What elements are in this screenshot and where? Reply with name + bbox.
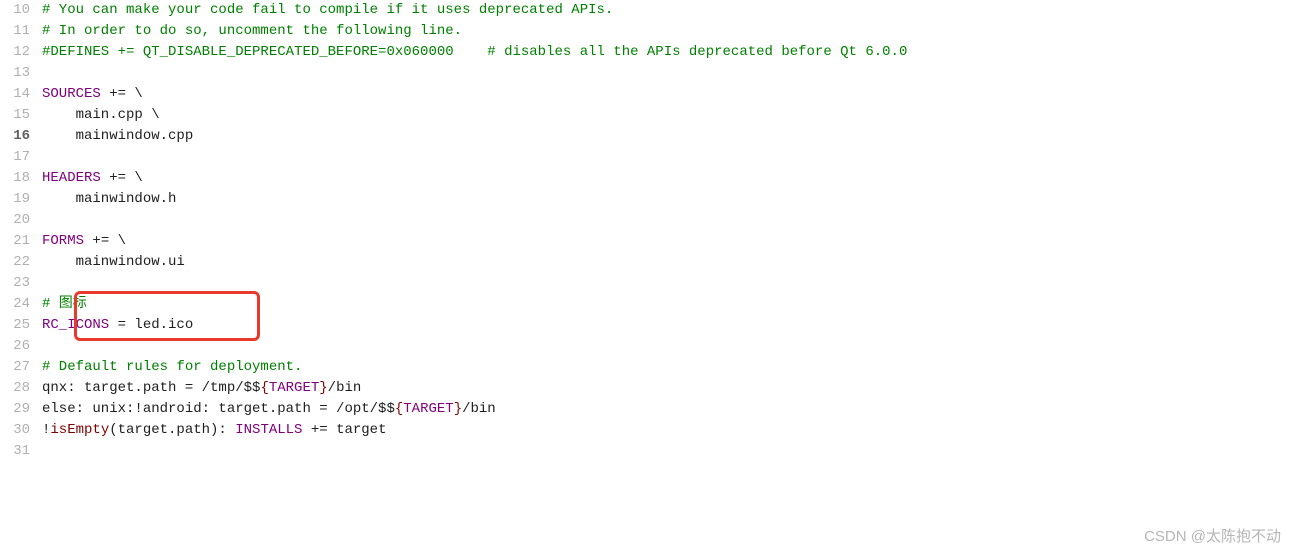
line-number: 23	[0, 273, 30, 294]
code-line[interactable]: main.cpp \	[42, 105, 1299, 126]
code-token: {	[260, 380, 268, 396]
code-token: }	[454, 401, 462, 417]
code-token: mainwindow.h	[42, 191, 176, 207]
line-number-gutter: 1011121314151617181920212223242526272829…	[0, 0, 38, 555]
line-number: 12	[0, 42, 30, 63]
line-number: 28	[0, 378, 30, 399]
code-line[interactable]: SOURCES += \	[42, 84, 1299, 105]
code-token: main.cpp \	[42, 107, 160, 123]
code-line[interactable]: RC_ICONS = led.ico	[42, 315, 1299, 336]
line-number: 29	[0, 399, 30, 420]
line-number: 16	[0, 126, 30, 147]
code-line[interactable]: mainwindow.h	[42, 189, 1299, 210]
code-token: qnx: target.path = /tmp/$$	[42, 380, 260, 396]
code-token: mainwindow.cpp	[42, 128, 193, 144]
line-number: 17	[0, 147, 30, 168]
line-number: 18	[0, 168, 30, 189]
line-number: 13	[0, 63, 30, 84]
line-number: 21	[0, 231, 30, 252]
code-line[interactable]: mainwindow.cpp	[42, 126, 1299, 147]
code-token: }	[319, 380, 327, 396]
code-token: += target	[302, 422, 386, 438]
line-number: 19	[0, 189, 30, 210]
code-line[interactable]	[42, 147, 1299, 168]
code-token: FORMS	[42, 233, 84, 249]
code-editor[interactable]: 1011121314151617181920212223242526272829…	[0, 0, 1299, 555]
code-line[interactable]	[42, 273, 1299, 294]
code-token: # In order to do so, uncomment the follo…	[42, 23, 462, 39]
code-token: else: unix:!android: target.path = /opt/…	[42, 401, 395, 417]
code-line[interactable]	[42, 210, 1299, 231]
code-token: (target.path):	[109, 422, 235, 438]
code-token: # 图标	[42, 296, 87, 312]
code-token: isEmpty	[50, 422, 109, 438]
code-token: {	[395, 401, 403, 417]
code-line[interactable]: HEADERS += \	[42, 168, 1299, 189]
code-line[interactable]: # 图标	[42, 294, 1299, 315]
line-number: 25	[0, 315, 30, 336]
code-token: # You can make your code fail to compile…	[42, 2, 613, 18]
line-number: 24	[0, 294, 30, 315]
code-line[interactable]: !isEmpty(target.path): INSTALLS += targe…	[42, 420, 1299, 441]
code-token: mainwindow.ui	[42, 254, 185, 270]
code-line[interactable]: qnx: target.path = /tmp/$${TARGET}/bin	[42, 378, 1299, 399]
line-number: 20	[0, 210, 30, 231]
code-token: += \	[101, 86, 143, 102]
code-token: TARGET	[403, 401, 453, 417]
line-number: 26	[0, 336, 30, 357]
code-token: HEADERS	[42, 170, 101, 186]
code-token: = led.ico	[109, 317, 193, 333]
code-line[interactable]: FORMS += \	[42, 231, 1299, 252]
code-line[interactable]	[42, 441, 1299, 462]
code-line[interactable]: #DEFINES += QT_DISABLE_DEPRECATED_BEFORE…	[42, 42, 1299, 63]
line-number: 27	[0, 357, 30, 378]
line-number: 31	[0, 441, 30, 462]
code-line[interactable]: mainwindow.ui	[42, 252, 1299, 273]
code-line[interactable]: # Default rules for deployment.	[42, 357, 1299, 378]
line-number: 10	[0, 0, 30, 21]
code-token: #DEFINES += QT_DISABLE_DEPRECATED_BEFORE…	[42, 44, 907, 60]
line-number: 30	[0, 420, 30, 441]
line-number: 11	[0, 21, 30, 42]
line-number: 14	[0, 84, 30, 105]
code-token: SOURCES	[42, 86, 101, 102]
code-token: TARGET	[269, 380, 319, 396]
code-line[interactable]: # In order to do so, uncomment the follo…	[42, 21, 1299, 42]
code-line[interactable]: else: unix:!android: target.path = /opt/…	[42, 399, 1299, 420]
line-number: 22	[0, 252, 30, 273]
code-token: /bin	[328, 380, 362, 396]
code-line[interactable]	[42, 336, 1299, 357]
code-token: # Default rules for deployment.	[42, 359, 302, 375]
code-token: += \	[84, 233, 126, 249]
code-token: RC_ICONS	[42, 317, 109, 333]
code-token: += \	[101, 170, 143, 186]
code-area[interactable]: # You can make your code fail to compile…	[38, 0, 1299, 555]
code-token: INSTALLS	[235, 422, 302, 438]
code-line[interactable]: # You can make your code fail to compile…	[42, 0, 1299, 21]
line-number: 15	[0, 105, 30, 126]
code-line[interactable]	[42, 63, 1299, 84]
code-token: /bin	[462, 401, 496, 417]
